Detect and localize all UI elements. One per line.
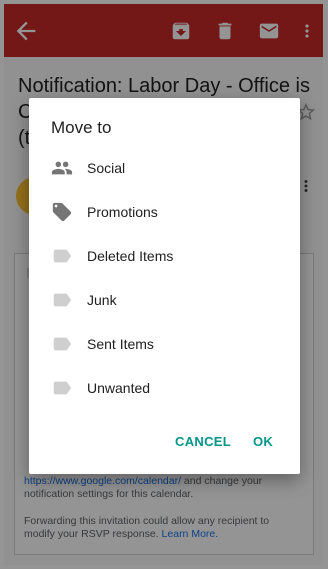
cancel-button[interactable]: CANCEL (175, 434, 231, 449)
option-label: Sent Items (87, 336, 154, 352)
option-deleted-items[interactable]: Deleted Items (29, 234, 300, 278)
option-label: Unwanted (87, 380, 151, 396)
label-icon (51, 333, 73, 355)
people-icon (51, 157, 73, 179)
label-icon (51, 377, 73, 399)
option-promotions[interactable]: Promotions (29, 190, 300, 234)
move-to-dialog: Move to Social Promotions Deleted Items … (29, 98, 300, 474)
tag-icon (51, 201, 73, 223)
option-unwanted[interactable]: Unwanted (29, 366, 300, 410)
label-icon (51, 289, 73, 311)
ok-button[interactable]: OK (253, 434, 273, 449)
option-label: Social (87, 160, 126, 176)
option-label: Junk (87, 292, 117, 308)
option-social[interactable]: Social (29, 146, 300, 190)
option-label: Deleted Items (87, 248, 174, 264)
dialog-title: Move to (51, 118, 112, 137)
label-icon (51, 245, 73, 267)
option-junk[interactable]: Junk (29, 278, 300, 322)
option-label: Promotions (87, 204, 158, 220)
option-sent-items[interactable]: Sent Items (29, 322, 300, 366)
